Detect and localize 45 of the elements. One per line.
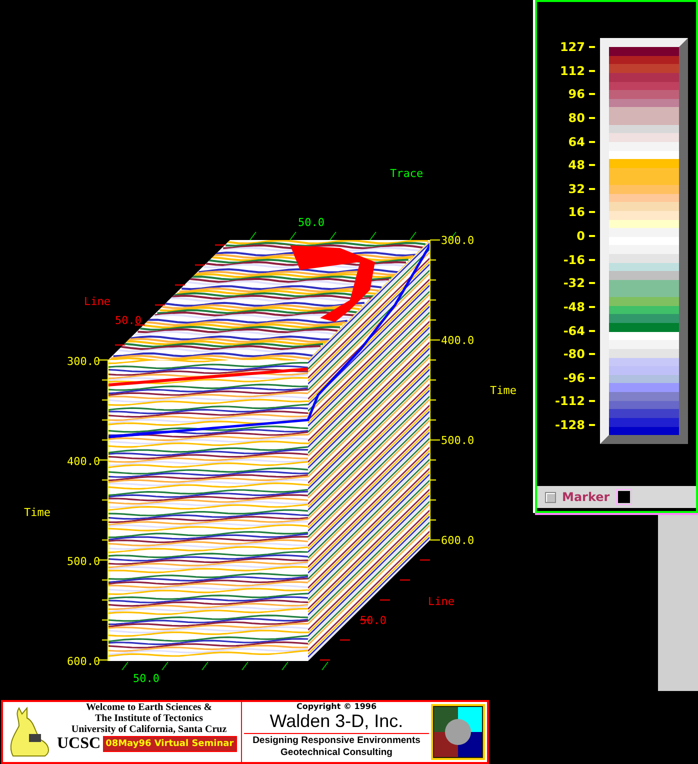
copyright-text: Copyright © 1996 [296,702,377,711]
axis-title: Time [24,506,50,519]
colorbar-tick-label: -48 [563,300,595,314]
company-name: Walden 3-D, Inc. [270,711,404,732]
welcome-text: The Institute of Tectonics [94,713,204,724]
colorbar-tick-label: 127 [560,40,595,54]
axis-tick-label: 500.0 [67,555,100,568]
marker-checkbox[interactable] [545,492,556,502]
globe-logo-icon [431,704,485,760]
logo-text: UCSC [57,735,101,753]
axis-tick-label: 600.0 [67,655,100,668]
tagline-text: Designing Responsive Environments [252,735,420,747]
axis-title: Line [84,295,110,308]
axis-tick-label: 400.0 [441,334,474,347]
colorbar-tick-label: 48 [568,158,595,172]
axis-title: Line [428,595,454,608]
colorbar-tick-label: -96 [563,370,595,385]
axis-tick-label: 600.0 [441,534,474,547]
tagline-text: Geotechnical Consulting [280,747,392,759]
welcome-text: University of California, Santa Cruz [71,724,227,735]
axis-title: Trace [390,167,424,180]
colorbar-tick-label: 32 [568,182,595,196]
colorbar-tick-label: 112 [560,64,595,78]
marker-label: Marker [562,490,610,504]
axis-tick-label: 300.0 [67,355,100,368]
colorbar-tick-label: -112 [554,394,595,408]
axis-title: Time [490,384,516,397]
welcome-text: Welcome to Earth Sciences & [86,702,212,713]
axis-tick-label: 50.0 [298,216,324,229]
colorbar-tick-label: 80 [568,110,595,125]
colorbar-tick-label: -64 [563,324,595,338]
colorbar-tick-label: 96 [568,87,595,102]
colorbar-tick-label: -80 [563,347,595,362]
axis-tick-label: 300.0 [441,234,474,247]
colorbar-tick-label: 0 [576,229,595,243]
axis-tick-label: 50.0 [115,314,142,327]
colorbar-tick-label: 16 [568,205,595,220]
seminar-label: 08May96 Virtual Seminar [102,736,237,752]
colorbar-tick-label: -32 [563,276,595,290]
axis-tick-label: 50.0 [133,672,160,685]
colorbar-tick-label: -16 [563,252,595,267]
axis-tick-label: 400.0 [67,455,100,468]
axis-tick-label: 500.0 [441,434,474,447]
colorbar-tick-label: 64 [568,134,595,148]
colorbar-tick-label: -128 [554,418,595,432]
